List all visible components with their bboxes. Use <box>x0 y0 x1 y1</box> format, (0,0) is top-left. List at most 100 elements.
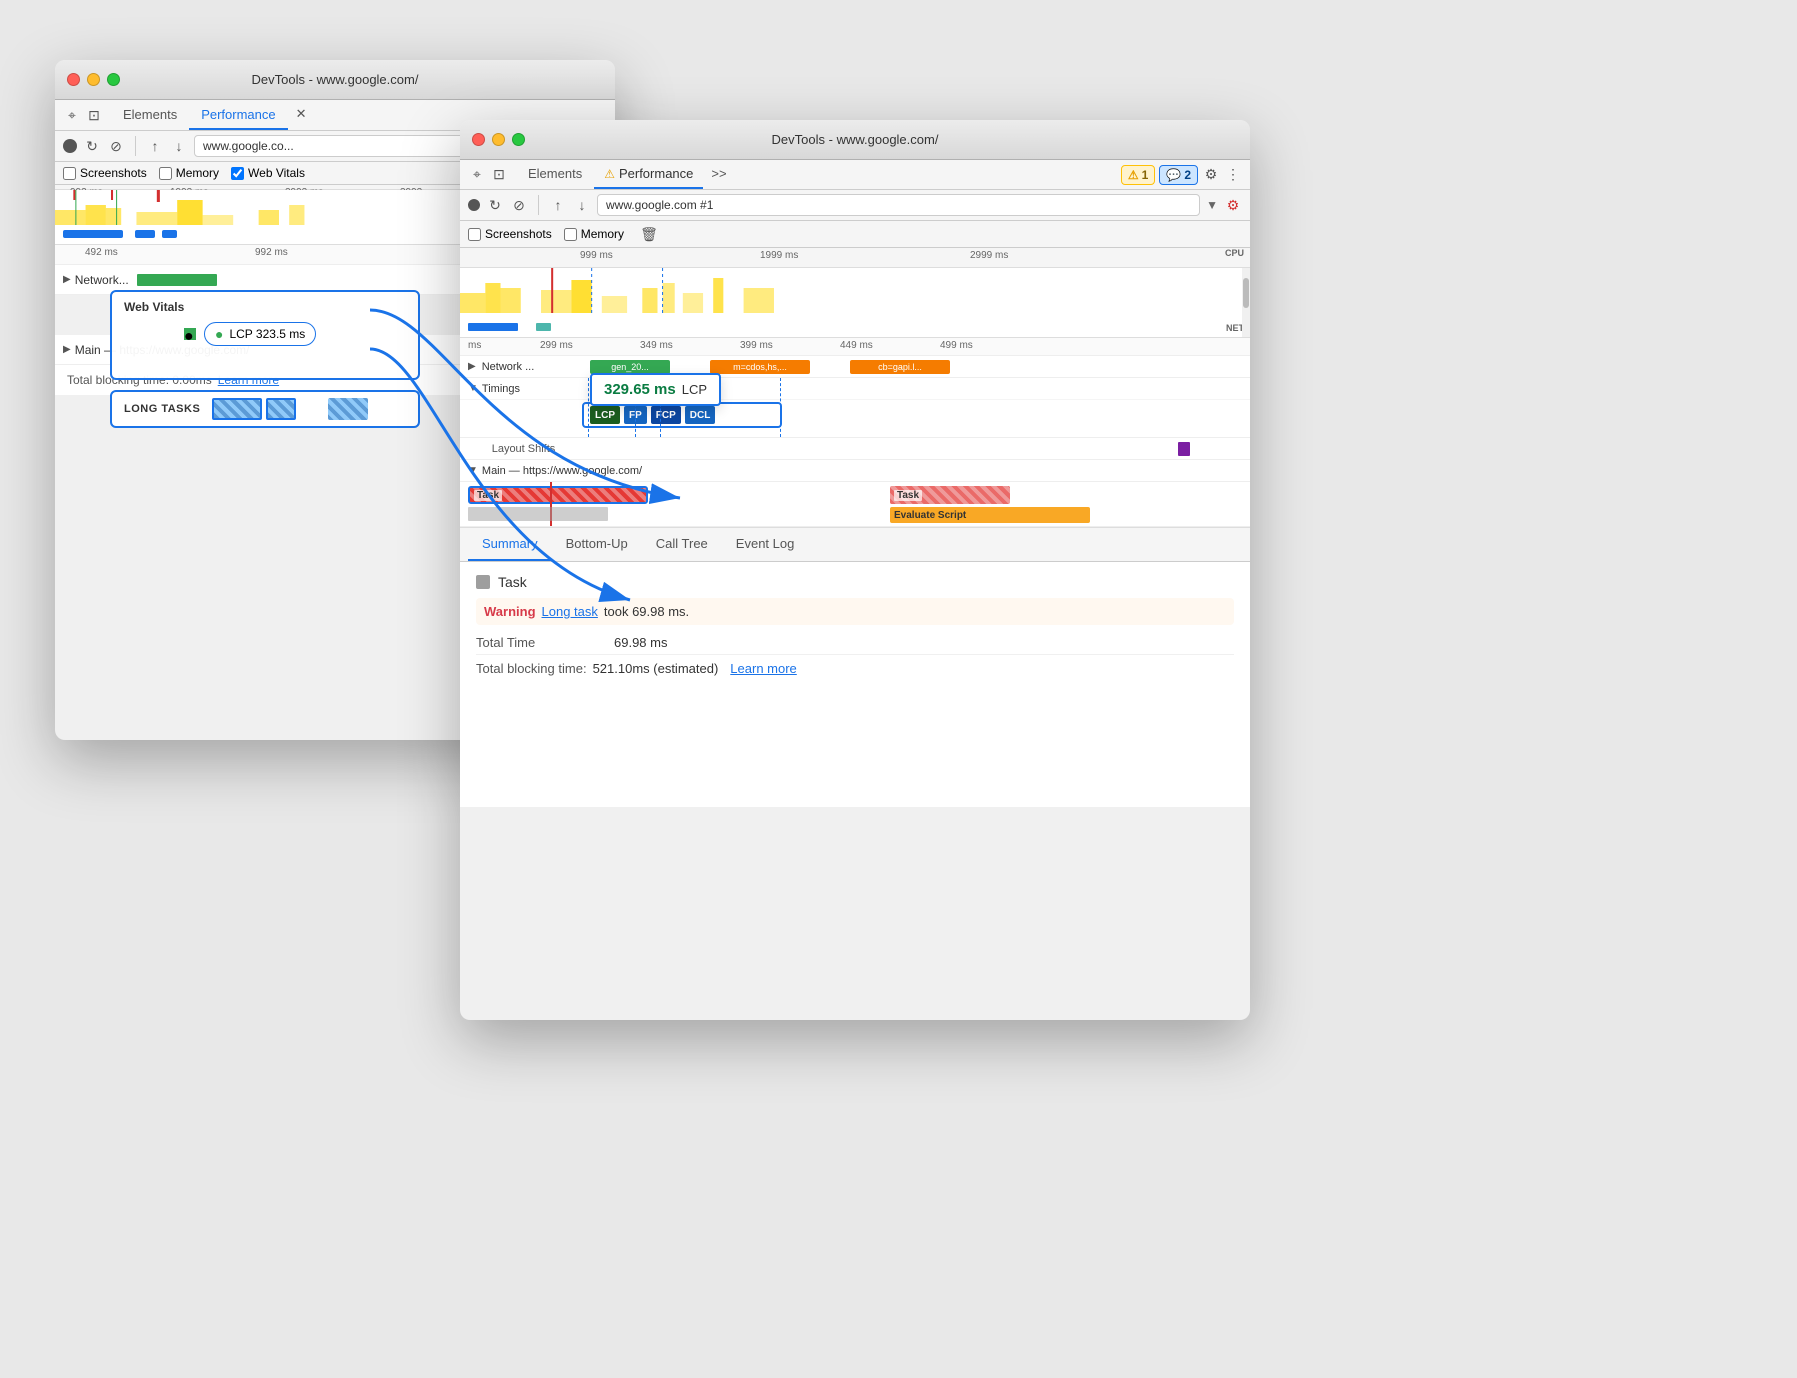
long-tasks-highlight: LONG TASKS <box>110 390 420 428</box>
front-toolbar: ⌖ ⊡ Elements ⚠ Performance >> ⚠ 1 💬 2 ⚙ … <box>460 160 1250 190</box>
timing-badges-row: LCP FP FCP DCL <box>460 400 1250 438</box>
web-vitals-checkbox[interactable]: Web Vitals <box>231 166 305 180</box>
front-network-label: Network ... <box>482 361 535 373</box>
front-main-header: ▼ Main — https://www.google.com/ <box>460 460 1250 482</box>
stop-icon[interactable]: ⊘ <box>107 137 125 155</box>
tl-499: 499 ms <box>940 340 973 351</box>
front-learn-more[interactable]: Learn more <box>730 661 796 676</box>
front-time-labels: ms 299 ms 349 ms 399 ms 449 ms 499 ms <box>460 338 1250 356</box>
task-label-2: Task <box>894 490 922 501</box>
long-tasks-label: LONG TASKS <box>124 403 200 415</box>
front-network-row: ▶ Network ... gen_20... m=cdos,hs,... cb… <box>460 356 1250 378</box>
front-settings-red-icon[interactable]: ⚙ <box>1224 196 1242 214</box>
front-layers-icon[interactable]: ⊡ <box>490 166 508 184</box>
close-button[interactable] <box>67 73 80 86</box>
task-color-box <box>476 575 490 589</box>
lcp-badge-back: ● LCP 323.5 ms <box>204 322 316 346</box>
tl-ms: ms <box>468 340 481 351</box>
screenshots-checkbox[interactable]: Screenshots <box>63 166 147 180</box>
maximize-button[interactable] <box>107 73 120 86</box>
back-traffic-lights <box>67 73 120 86</box>
front-tab-more[interactable]: >> <box>703 160 734 189</box>
front-ruler-top: 999 ms 1999 ms 2999 ms CPU <box>460 248 1250 268</box>
cursor-icon[interactable]: ⌖ <box>63 106 81 124</box>
bottom-tab-event-log[interactable]: Event Log <box>722 528 809 561</box>
front-devtools-window: DevTools - www.google.com/ ⌖ ⊡ Elements … <box>460 120 1250 1020</box>
front-cpu-label: CPU <box>1225 248 1244 258</box>
evaluate-script-label: Evaluate Script <box>894 510 966 521</box>
tl-349: 349 ms <box>640 340 673 351</box>
front-cpu-chart <box>460 268 1250 313</box>
front-address-input[interactable]: www.google.com #1 <box>597 194 1200 216</box>
back-network-label: Network... <box>75 273 129 287</box>
task-block-1[interactable]: Task <box>468 486 648 504</box>
trash-icon[interactable]: 🗑 <box>640 225 658 243</box>
total-time-value: 69.98 ms <box>614 635 667 650</box>
front-cursor-icon[interactable]: ⌖ <box>468 166 486 184</box>
layout-shift-block <box>1178 442 1190 456</box>
layers-icon[interactable]: ⊡ <box>85 106 103 124</box>
front-gear-icon[interactable]: ⚙ <box>1202 166 1220 184</box>
layout-bar <box>468 507 608 521</box>
front-addressbar: ↻ ⊘ ↑ ↓ www.google.com #1 ▼ ⚙ <box>460 190 1250 221</box>
front-more-icon[interactable]: ⋮ <box>1224 166 1242 184</box>
record-icon[interactable] <box>63 139 77 153</box>
summary-task-label: Task <box>498 574 527 590</box>
tab-performance[interactable]: Performance <box>189 101 287 130</box>
web-vitals-content: ● ● LCP 323.5 ms <box>124 322 406 346</box>
front-tab-elements[interactable]: Elements <box>516 160 594 189</box>
warning-badge[interactable]: ⚠ 1 <box>1121 165 1155 185</box>
back-titlebar: DevTools - www.google.com/ <box>55 60 615 100</box>
minimize-button[interactable] <box>87 73 100 86</box>
front-total-blocking-label: Total blocking time: <box>476 661 587 676</box>
bottom-tabs-bar: Summary Bottom-Up Call Tree Event Log <box>460 528 1250 562</box>
front-maximize-button[interactable] <box>512 133 525 146</box>
lcp-dot: ● <box>184 328 196 340</box>
total-time-row: Total Time 69.98 ms <box>476 631 1234 655</box>
evaluate-script-block[interactable]: Evaluate Script <box>890 507 1090 523</box>
long-tasks-extra <box>328 398 368 420</box>
front-reload-icon[interactable]: ↻ <box>486 196 504 214</box>
web-vitals-title: Web Vitals <box>124 300 406 314</box>
front-screenshots-checkbox[interactable]: Screenshots <box>468 227 552 241</box>
front-ruler-999: 999 ms <box>580 250 613 261</box>
time-label-492: 492 ms <box>85 247 118 258</box>
front-memory-checkbox[interactable]: Memory <box>564 227 624 241</box>
front-bottom-panel: Summary Bottom-Up Call Tree Event Log Ta… <box>460 527 1250 807</box>
task-block-2[interactable]: Task <box>890 486 1010 504</box>
bottom-tab-bottom-up[interactable]: Bottom-Up <box>552 528 642 561</box>
tab-close[interactable]: ✕ <box>288 100 315 130</box>
long-task-link[interactable]: Long task <box>542 604 598 619</box>
front-titlebar: DevTools - www.google.com/ <box>460 120 1250 160</box>
front-tab-performance[interactable]: ⚠ Performance <box>594 160 703 189</box>
tl-449: 449 ms <box>840 340 873 351</box>
memory-checkbox[interactable]: Memory <box>159 166 219 180</box>
tab-elements[interactable]: Elements <box>111 101 189 130</box>
bottom-tab-call-tree[interactable]: Call Tree <box>642 528 722 561</box>
front-close-button[interactable] <box>472 133 485 146</box>
long-tasks-blocks <box>212 398 296 420</box>
comment-badge[interactable]: 💬 2 <box>1159 165 1198 185</box>
network-item-2: m=cdos,hs,... <box>710 360 810 374</box>
network-item-1: gen_20... <box>590 360 670 374</box>
time-label-992: 992 ms <box>255 247 288 258</box>
front-download-icon[interactable]: ↓ <box>573 196 591 214</box>
vline-1 <box>588 378 589 437</box>
front-ruler-2999: 2999 ms <box>970 250 1008 261</box>
network-item-3: cb=gapi.l... <box>850 360 950 374</box>
upload-icon[interactable]: ↑ <box>146 137 164 155</box>
download-icon[interactable]: ↓ <box>170 137 188 155</box>
front-traffic-lights <box>472 133 525 146</box>
layout-shifts-label: Layout Shifts <box>480 443 556 455</box>
reload-icon[interactable]: ↻ <box>83 137 101 155</box>
bottom-tab-summary[interactable]: Summary <box>468 528 552 561</box>
front-tasks-area: Task Task Evaluate Script <box>460 482 1250 527</box>
front-stop-icon[interactable]: ⊘ <box>510 196 528 214</box>
front-record-icon[interactable] <box>468 199 480 211</box>
scroll-thumb[interactable] <box>1243 278 1249 308</box>
front-minimize-button[interactable] <box>492 133 505 146</box>
front-scrollbar[interactable] <box>1242 268 1250 337</box>
front-upload-icon[interactable]: ↑ <box>549 196 567 214</box>
front-address-dropdown[interactable]: ▼ <box>1206 198 1218 212</box>
timings-header: ▼ Timings <box>460 378 1250 400</box>
